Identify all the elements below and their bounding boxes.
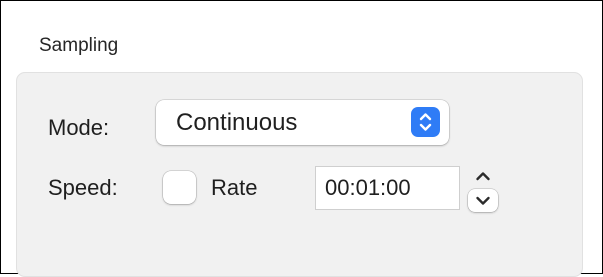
- time-value: 00:01:00: [325, 175, 411, 200]
- mode-selected-value: Continuous: [176, 109, 298, 136]
- chevron-down-icon: [476, 196, 490, 205]
- rate-checkbox-label[interactable]: Rate: [211, 174, 257, 202]
- time-field[interactable]: 00:01:00: [315, 166, 460, 210]
- rate-checkbox[interactable]: [163, 171, 196, 204]
- mode-popup-button[interactable]: Continuous: [156, 100, 449, 145]
- speed-label: Speed:: [48, 175, 118, 200]
- section-title: Sampling: [39, 35, 119, 56]
- stepper-decrement-button[interactable]: [468, 189, 498, 212]
- mode-label: Mode:: [48, 115, 110, 140]
- time-stepper[interactable]: [468, 165, 498, 213]
- chevron-up-icon: [476, 172, 490, 181]
- sampling-panel: Sampling Mode: Continuous Speed: Rate 00…: [0, 0, 603, 277]
- stepper-increment-button[interactable]: [468, 165, 498, 188]
- updown-chevron-icon: [411, 107, 440, 137]
